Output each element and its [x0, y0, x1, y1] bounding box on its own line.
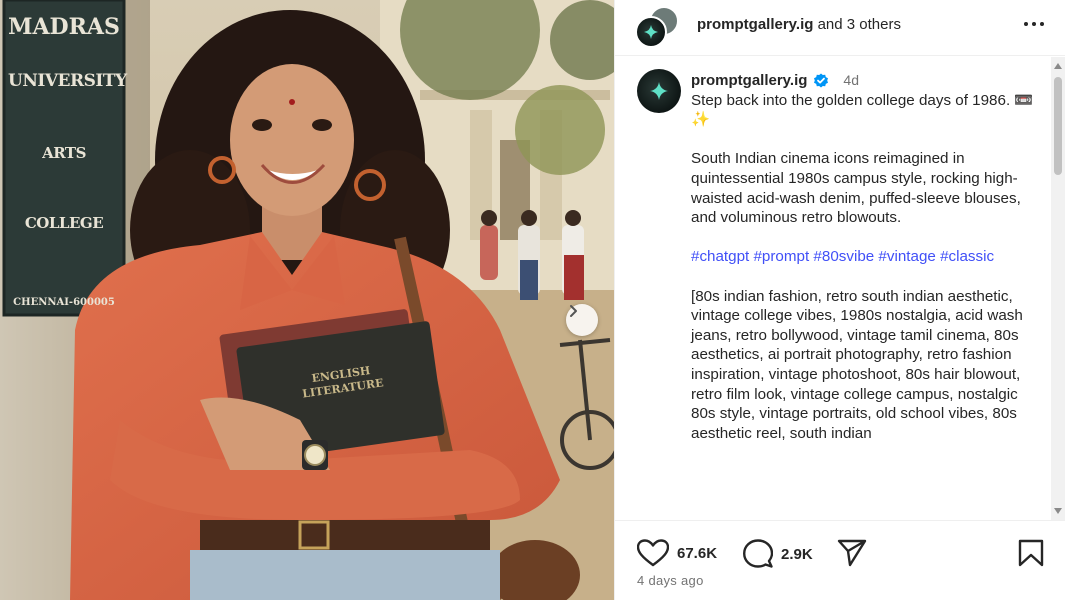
caption-header: promptgallery.ig 4d — [691, 71, 1043, 91]
posted-time[interactable]: 4 days ago — [637, 573, 704, 588]
sign-city: CHENNAI-600005 — [13, 297, 115, 308]
comment-bubble-icon — [743, 539, 773, 568]
caption-time: 4d — [843, 72, 859, 88]
post-header: promptgallery.ig and 3 others — [615, 0, 1065, 56]
scroll-thumb[interactable] — [1054, 77, 1062, 175]
header-others[interactable]: and 3 others — [818, 16, 901, 33]
sparkle-logo-icon — [644, 25, 658, 39]
sparkle-logo-icon — [650, 82, 668, 100]
comment-count[interactable]: 2.9K — [781, 546, 813, 563]
sign-line-1: MADRAS — [8, 14, 120, 40]
caption-username[interactable]: promptgallery.ig — [691, 71, 807, 91]
caption-area: promptgallery.ig 4d Step back into the g… — [615, 57, 1065, 520]
caption-intro: Step back into the golden college days o… — [691, 91, 1034, 129]
caption-body: South Indian cinema icons reimagined in … — [691, 150, 1021, 227]
sign-line-3: ARTS COLLEGE — [24, 144, 104, 232]
avatar[interactable] — [637, 69, 681, 113]
collab-avatars[interactable] — [635, 6, 681, 48]
more-options-icon[interactable] — [1020, 14, 1048, 34]
header-title[interactable]: promptgallery.ig and 3 others — [697, 16, 901, 33]
post-photo[interactable]: MADRAS UNIVERSITY ARTS COLLEGE CHENNAI-6… — [0, 0, 614, 600]
verified-badge-icon — [814, 73, 829, 88]
caption-hashtags[interactable]: #chatgpt #prompt #80svibe #vintage #clas… — [691, 247, 1043, 267]
avatar — [635, 16, 667, 48]
paper-plane-icon — [837, 539, 867, 567]
share-button[interactable] — [837, 539, 867, 567]
comment-button[interactable]: 2.9K — [743, 539, 813, 569]
next-photo-button[interactable] — [566, 304, 598, 336]
post-panel: promptgallery.ig and 3 others promptgall… — [614, 0, 1065, 600]
like-button[interactable]: 67.6K — [637, 539, 717, 567]
bookmark-icon — [1018, 539, 1044, 567]
like-count[interactable]: 67.6K — [677, 545, 717, 562]
sign-line-2: UNIVERSITY — [8, 71, 127, 91]
chevron-right-icon — [570, 305, 577, 317]
caption-text: promptgallery.ig 4d Step back into the g… — [691, 71, 1043, 443]
caption-scrollbar[interactable] — [1051, 57, 1065, 520]
save-button[interactable] — [1018, 539, 1044, 567]
wall-sign-text: MADRAS UNIVERSITY ARTS COLLEGE CHENNAI-6… — [8, 10, 127, 348]
scroll-down-arrow[interactable] — [1054, 508, 1062, 514]
header-username[interactable]: promptgallery.ig — [697, 16, 813, 33]
caption-keywords: [80s indian fashion, retro south indian … — [691, 287, 1023, 442]
scroll-up-arrow[interactable] — [1054, 63, 1062, 69]
post-actions: 67.6K 2.9K 4 days ago — [615, 520, 1065, 600]
heart-icon — [637, 539, 669, 567]
